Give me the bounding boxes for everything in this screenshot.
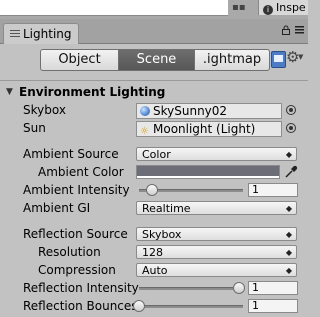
compression-value: Auto (142, 264, 168, 277)
tab-object[interactable]: Object (40, 49, 119, 71)
tab-lighting[interactable]: Lighting (3, 23, 79, 44)
ambient-gi-value: Realtime (142, 202, 191, 215)
foldout-arrow-icon[interactable]: ▼ (6, 84, 13, 101)
sun-label: Sun (23, 121, 46, 135)
material-icon (140, 106, 150, 116)
row-sun: Sun ☼ Moonlight (Light) (0, 119, 308, 137)
ambient-gi-label: Ambient GI (23, 201, 91, 215)
ambient-source-dropdown[interactable]: Color ◆ (136, 147, 297, 161)
reflection-intensity-slider[interactable] (139, 279, 245, 297)
ambient-color-label: Ambient Color (38, 165, 124, 179)
ambient-color-swatch[interactable] (136, 165, 280, 179)
reflection-source-value: Skybox (142, 228, 182, 241)
row-ambient-intensity: Ambient Intensity 1 (0, 181, 308, 199)
slider-thumb[interactable] (146, 184, 158, 196)
dropdown-arrows-icon: ◆ (285, 248, 292, 257)
section-environment-lighting[interactable]: ▼ Environment Lighting (0, 84, 308, 101)
window-tab-bar: Lighting (0, 19, 308, 44)
reflection-source-dropdown[interactable]: Skybox ◆ (136, 227, 297, 241)
ambient-intensity-input[interactable]: 1 (248, 183, 298, 197)
slider-track (139, 287, 239, 290)
row-reflection-source: Reflection Source Skybox ◆ (0, 225, 308, 243)
dropdown-arrows-icon: ◆ (285, 266, 292, 275)
light-icon: ☼ (140, 126, 149, 137)
dropdown-arrows-icon: ◆ (285, 150, 292, 159)
tab-lighting-label: Lighting (23, 27, 72, 41)
ambient-intensity-slider[interactable] (139, 181, 243, 199)
lighting-window: ▪▪ i Inspe Lighting Object Scene .ightmap… (0, 0, 308, 317)
tab-inspector[interactable]: i Inspe (258, 0, 308, 15)
reflection-bounces-input[interactable]: 1 (248, 299, 298, 313)
skybox-field[interactable]: SkySunny02 (136, 103, 282, 119)
row-compression: Compression Auto ◆ (0, 261, 308, 279)
chevron-down-icon: ▼ (298, 53, 304, 61)
compression-dropdown[interactable]: Auto ◆ (136, 263, 297, 277)
slider-track (139, 305, 243, 308)
eyedropper-icon[interactable] (284, 165, 298, 179)
divider (0, 80, 308, 81)
row-ambient-gi: Ambient GI Realtime ◆ (0, 199, 308, 217)
slider-thumb[interactable] (233, 282, 245, 294)
tab-lightmap[interactable]: .ightmap (194, 49, 270, 71)
row-skybox: Skybox SkySunny02 (0, 101, 308, 119)
row-ambient-color: Ambient Color (0, 163, 308, 181)
reflection-intensity-input[interactable]: 1 (248, 281, 298, 295)
info-icon: i (263, 5, 273, 15)
object-picker-icon[interactable] (286, 105, 296, 115)
reflection-bounces-label: Reflection Bounces (23, 299, 138, 313)
dropdown-arrows-icon: ◆ (285, 230, 292, 239)
mode-segmented-control: Object Scene .ightmap (40, 49, 270, 71)
section-title: Environment Lighting (19, 85, 166, 99)
row-reflection-bounces: Reflection Bounces 1 (0, 297, 308, 315)
skybox-value: SkySunny02 (153, 104, 228, 118)
menu-icon[interactable] (295, 25, 305, 35)
row-reflection-intensity: Reflection Intensity 1 (0, 279, 308, 297)
row-resolution: Resolution 128 ◆ (0, 243, 308, 261)
ambient-source-value: Color (142, 148, 171, 161)
skybox-label: Skybox (23, 103, 66, 117)
alpha-bar (137, 176, 279, 178)
help-book-icon[interactable] (271, 51, 286, 68)
tab-scene[interactable]: Scene (118, 49, 195, 71)
sun-field[interactable]: ☼ Moonlight (Light) (136, 121, 282, 137)
editor-top-strip: ▪▪ i Inspe (0, 0, 308, 19)
sun-value: Moonlight (Light) (153, 122, 256, 136)
ambient-intensity-label: Ambient Intensity (23, 183, 130, 197)
object-picker-icon[interactable] (286, 123, 296, 133)
reflection-intensity-label: Reflection Intensity (23, 281, 139, 295)
resolution-value: 128 (142, 246, 163, 259)
compression-label: Compression (38, 263, 116, 277)
ambient-source-label: Ambient Source (23, 147, 119, 161)
tab-inspector-label: Inspe (276, 1, 306, 14)
tab-dots-icon[interactable]: ▪▪ (232, 2, 246, 13)
reflection-bounces-slider[interactable] (133, 297, 243, 315)
dropdown-arrows-icon: ◆ (285, 204, 292, 213)
reflection-source-label: Reflection Source (23, 227, 128, 241)
list-icon (10, 29, 20, 39)
lock-icon[interactable] (281, 25, 291, 35)
resolution-dropdown[interactable]: 128 ◆ (136, 245, 297, 259)
row-ambient-source: Ambient Source Color ◆ (0, 145, 308, 163)
slider-thumb[interactable] (133, 300, 145, 312)
lighting-toolbar: Object Scene .ightmap ⚙ ▼ (0, 44, 308, 78)
ambient-gi-dropdown[interactable]: Realtime ◆ (136, 201, 297, 215)
resolution-label: Resolution (38, 245, 101, 259)
editor-blank-area (0, 0, 228, 16)
